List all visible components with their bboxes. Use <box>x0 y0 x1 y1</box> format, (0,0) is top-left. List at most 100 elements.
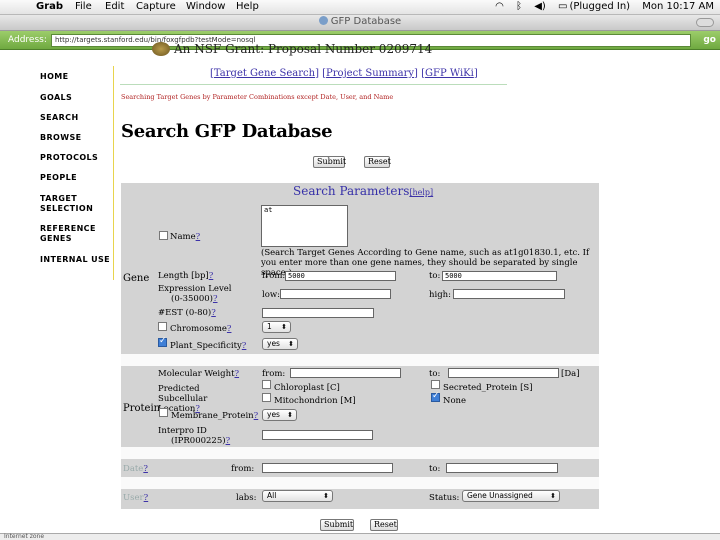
loc-mitochondrion-label: Mitochondrion [M] <box>274 396 356 406</box>
date-help-link[interactable]: ? <box>143 464 148 474</box>
go-button[interactable]: go <box>703 35 716 45</box>
battery-icon[interactable]: ▭ <box>558 1 567 12</box>
name-label: Name? <box>170 232 201 242</box>
molecular-weight-help-link[interactable]: ? <box>234 369 239 379</box>
app-menu[interactable]: Grab <box>36 1 63 12</box>
date-label: Date? <box>123 464 148 474</box>
date-to-label: to: <box>429 464 441 474</box>
membrane-help-link[interactable]: ? <box>254 411 259 421</box>
expression-help-link[interactable]: ? <box>213 294 218 304</box>
window-title-bar[interactable]: GFP Database <box>0 15 720 31</box>
membrane-checkbox[interactable] <box>159 408 168 417</box>
length-help-link[interactable]: ? <box>209 271 214 281</box>
menu-file[interactable]: File <box>75 1 92 12</box>
expression-label: Expression Level <box>158 284 232 294</box>
length-from-label: from: <box>262 271 286 281</box>
submit-button-bottom[interactable]: Submit <box>320 519 354 531</box>
interpro-input[interactable] <box>262 430 373 440</box>
expression-low-label: low: <box>262 290 280 300</box>
link-project-summary[interactable]: Project Summary <box>326 68 414 79</box>
labs-select: All ⬍ <box>262 490 333 502</box>
reset-button-top[interactable]: Reset <box>364 156 391 168</box>
toolbar-toggle-button[interactable] <box>696 18 714 27</box>
top-links: [Target Gene Search] [Project Summary] [… <box>210 68 478 79</box>
gene-group-label: Gene <box>123 273 150 284</box>
mw-to-input[interactable] <box>448 368 559 378</box>
chromosome-checkbox[interactable] <box>158 322 167 331</box>
sidebar-item-goals[interactable]: GOALS <box>40 93 114 103</box>
expression-low-input[interactable] <box>280 289 391 299</box>
loc-mitochondrion-checkbox[interactable] <box>262 393 271 402</box>
sidebar-item-search[interactable]: SEARCH <box>40 113 114 123</box>
address-label: Address: <box>8 35 47 45</box>
status-select: Gene Unassigned ⬍ <box>462 490 560 502</box>
membrane-label: Membrane_Protein? <box>171 411 259 421</box>
sidebar-item-browse[interactable]: BROWSE <box>40 133 114 143</box>
est-label: #EST (0-80)? <box>158 308 216 318</box>
loc-none-checkbox[interactable] <box>431 391 440 402</box>
globe-icon <box>318 16 328 25</box>
date-to-input[interactable] <box>446 463 558 473</box>
protein-group-label: Protein <box>123 403 161 414</box>
bluetooth-icon[interactable]: ᛒ <box>516 1 522 12</box>
menu-help[interactable]: Help <box>236 1 259 12</box>
section-separator <box>121 447 599 459</box>
loc-secreted-checkbox[interactable] <box>431 380 440 389</box>
menu-edit[interactable]: Edit <box>105 1 124 12</box>
plant-specificity-help-link[interactable]: ? <box>242 341 247 351</box>
loc-chloroplast-checkbox[interactable] <box>262 380 271 389</box>
reset-button-bottom[interactable]: Reset <box>370 519 398 531</box>
wifi-icon[interactable]: ◠ <box>495 1 504 12</box>
plant-specificity-checkbox[interactable] <box>158 336 167 347</box>
sidebar-item-people[interactable]: PEOPLE <box>40 173 114 183</box>
sidebar-item-reference-genes[interactable]: REFERENCE GENES <box>40 224 114 244</box>
interpro-example: (IPR000225)? <box>171 436 231 446</box>
mw-from-input[interactable] <box>290 368 401 378</box>
interpro-help-link[interactable]: ? <box>226 436 231 446</box>
expression-high-input[interactable] <box>453 289 565 299</box>
sidebar-item-target-selection[interactable]: TARGET SELECTION <box>40 194 114 214</box>
length-to-label: to: <box>429 271 441 281</box>
select-arrows-icon: ⬍ <box>550 492 556 500</box>
length-from-input[interactable]: 5000 <box>285 271 396 281</box>
header-divider <box>120 84 507 85</box>
link-target-gene-search[interactable]: Target Gene Search <box>214 68 315 79</box>
user-label: User? <box>123 493 149 503</box>
loc-secreted-label: Secreted_Protein [S] <box>443 383 533 393</box>
system-menu-bar: Grab File Edit Capture Window Help ◠ ᛒ ◀… <box>0 0 720 15</box>
est-input[interactable] <box>262 308 374 318</box>
date-from-input[interactable] <box>262 463 393 473</box>
sidebar-item-home[interactable]: HOME <box>40 72 114 82</box>
gene-name-textarea[interactable]: at <box>261 205 348 247</box>
user-help-link[interactable]: ? <box>144 493 149 503</box>
membrane-select: yes ⬍ <box>262 409 297 421</box>
params-help-link[interactable]: [help] <box>409 188 433 197</box>
sidebar-item-protocols[interactable]: PROTOCOLS <box>40 153 114 163</box>
length-to-input[interactable]: 5000 <box>442 271 557 281</box>
loc-none-label: None <box>443 396 467 406</box>
params-title: Search Parameters[help] <box>293 184 434 198</box>
select-arrows-icon: ⬍ <box>281 323 287 331</box>
grant-banner: An NSF Grant: Proposal Number 0209714 <box>152 42 432 56</box>
mw-unit: [Da] <box>561 369 580 379</box>
clock[interactable]: Mon 10:17 AM <box>642 1 714 12</box>
expression-high-label: high: <box>429 290 451 300</box>
location-label: Predicted Subcellular Location? <box>158 384 208 414</box>
section-separator <box>121 354 599 366</box>
name-checkbox[interactable] <box>159 231 168 240</box>
volume-icon[interactable]: ◀) <box>534 1 546 12</box>
select-arrows-icon: ⬍ <box>323 492 329 500</box>
menu-window[interactable]: Window <box>186 1 225 12</box>
plant-specificity-label: Plant_Specificity? <box>170 341 247 351</box>
submit-button-top[interactable]: Submit <box>313 156 346 168</box>
labs-label: labs: <box>236 493 257 503</box>
menu-capture[interactable]: Capture <box>136 1 176 12</box>
link-gfp-wiki[interactable]: GFP WiKi <box>425 68 474 79</box>
est-help-link[interactable]: ? <box>211 308 216 318</box>
status-label: Status: <box>429 493 460 503</box>
chromosome-help-link[interactable]: ? <box>227 324 232 334</box>
grant-text: An NSF Grant: Proposal Number 0209714 <box>174 42 433 56</box>
sidebar-item-internal-use[interactable]: INTERNAL USE <box>40 255 114 265</box>
plant-specificity-select: yes ⬍ <box>262 338 298 350</box>
name-help-link[interactable]: ? <box>196 232 201 242</box>
